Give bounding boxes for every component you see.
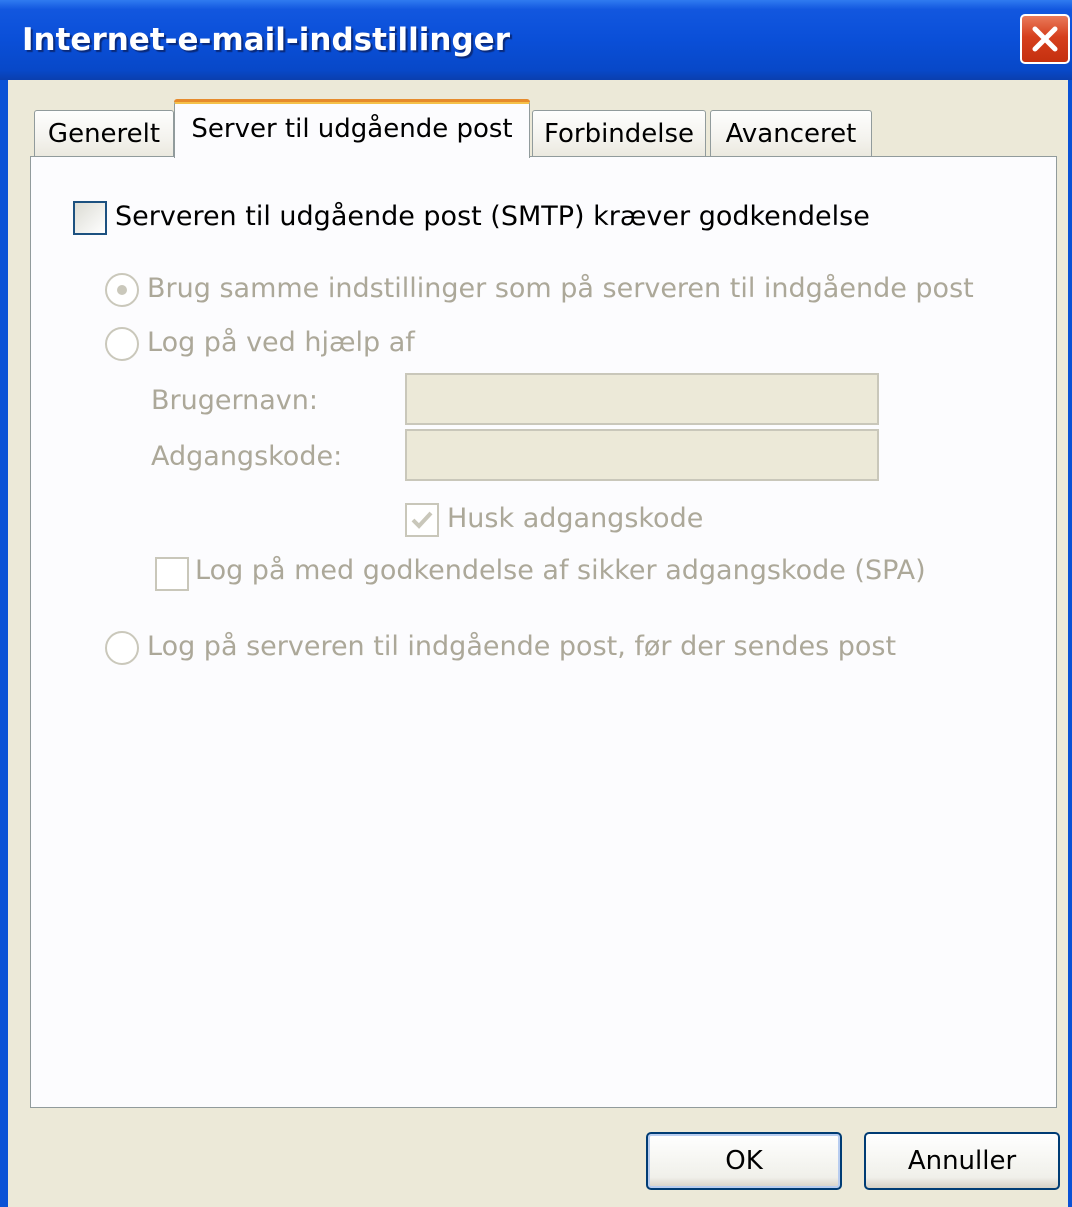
smtp-auth-label[interactable]: Serveren til udgående post (SMTP) kræver… <box>115 201 870 232</box>
radio-selected-dot <box>117 285 127 295</box>
tab-generelt[interactable]: Generelt <box>34 110 174 156</box>
tab-outgoing-server[interactable]: Server til udgående post <box>174 99 530 158</box>
log-on-incoming-first-radio[interactable] <box>105 631 139 665</box>
password-input[interactable] <box>405 429 879 481</box>
spa-checkbox[interactable] <box>155 557 189 591</box>
dialog-window: Internet-e-mail-indstillinger Generelt S… <box>0 0 1072 1207</box>
close-icon <box>1032 26 1058 52</box>
tab-connection[interactable]: Forbindelse <box>532 110 706 156</box>
ok-button[interactable]: OK <box>646 1132 842 1190</box>
password-label: Adgangskode: <box>151 441 343 472</box>
remember-password-checkbox[interactable] <box>405 503 439 537</box>
window-title: Internet-e-mail-indstillinger <box>22 22 510 58</box>
spa-label[interactable]: Log på med godkendelse af sikker adgangs… <box>195 555 926 586</box>
username-label: Brugernavn: <box>151 385 318 416</box>
close-button[interactable] <box>1020 14 1070 64</box>
checkmark-icon <box>411 511 433 529</box>
tab-advanced[interactable]: Avanceret <box>710 110 872 156</box>
remember-password-label[interactable]: Husk adgangskode <box>447 503 703 534</box>
smtp-auth-checkbox[interactable] <box>73 201 107 235</box>
log-on-using-radio[interactable] <box>105 327 139 361</box>
same-settings-label[interactable]: Brug samme indstillinger som på serveren… <box>147 273 974 304</box>
log-on-incoming-first-label[interactable]: Log på serveren til indgående post, før … <box>147 631 896 662</box>
cancel-button[interactable]: Annuller <box>864 1132 1060 1190</box>
tab-panel: Serveren til udgående post (SMTP) kræver… <box>30 156 1057 1108</box>
dialog-body: Generelt Server til udgående post Forbin… <box>8 80 1068 1207</box>
same-settings-radio[interactable] <box>105 273 139 307</box>
title-bar[interactable]: Internet-e-mail-indstillinger <box>0 0 1072 80</box>
log-on-using-label[interactable]: Log på ved hjælp af <box>147 327 415 358</box>
username-input[interactable] <box>405 373 879 425</box>
